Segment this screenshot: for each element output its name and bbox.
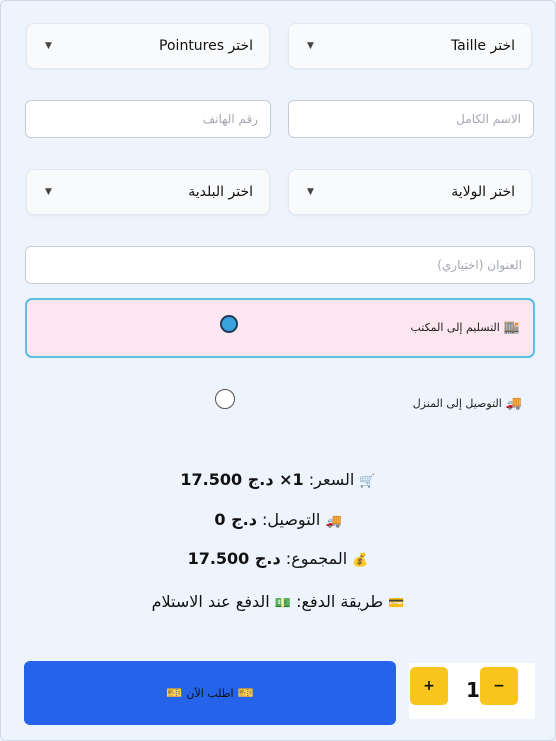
total-line: 💰 المجموع: د.ج 17.500 <box>0 549 556 568</box>
phone-field[interactable]: رقم الهاتف <box>25 100 271 138</box>
price-value: 1× د.ج 17.500 <box>180 470 304 489</box>
home-label-text: التوصيل إلى المنزل <box>412 397 502 410</box>
ticket-icon: 🎫 <box>237 685 254 701</box>
price-label: السعر: <box>308 470 355 489</box>
address-placeholder: العنوان (اختياري) <box>437 258 522 272</box>
commune-select[interactable]: اختر البلدية ▼ <box>26 169 270 215</box>
home-radio[interactable] <box>215 389 235 409</box>
ticket-icon: 🎫 <box>166 685 183 701</box>
payment-line: 💳 طريقة الدفع: 💵 الدفع عند الاستلام <box>0 592 556 611</box>
order-now-label: اطلب الآن <box>186 686 234 700</box>
chevron-down-icon: ▼ <box>307 41 314 51</box>
order-now-button[interactable]: 🎫 اطلب الآن 🎫 <box>24 661 396 725</box>
cash-icon: 💵 <box>274 596 291 611</box>
size-select-label: اختر Taille <box>450 38 515 54</box>
chevron-down-icon: ▼ <box>45 41 52 51</box>
price-line: 🛒 السعر: 1× د.ج 17.500 <box>0 470 556 489</box>
quantity-value: 1 <box>466 678 480 702</box>
truck-icon: 🚚 <box>325 514 342 529</box>
total-value: د.ج 17.500 <box>187 549 281 568</box>
chevron-down-icon: ▼ <box>307 187 314 197</box>
full-name-field[interactable]: الاسم الكامل <box>288 100 534 138</box>
delivery-label: التوصيل: <box>262 510 321 529</box>
cart-icon: 🛒 <box>359 474 376 489</box>
credit-card-icon: 💳 <box>388 596 405 611</box>
money-bag-icon: 💰 <box>352 553 369 568</box>
total-label: المجموع: <box>285 549 348 568</box>
shoe-size-select-label: اختر Pointures <box>159 38 253 54</box>
full-name-placeholder: الاسم الكامل <box>456 112 521 126</box>
delivery-value: د.ج 0 <box>214 510 257 529</box>
commune-select-label: اختر البلدية <box>188 184 253 200</box>
address-field[interactable]: العنوان (اختياري) <box>25 246 535 284</box>
truck-icon: 🚚 <box>505 396 522 411</box>
office-option-label: 🏬 التسليم إلى المكتب <box>410 320 520 335</box>
delivery-option-home[interactable]: 🚚 التوصيل إلى المنزل <box>413 396 522 411</box>
payment-label: طريقة الدفع: <box>296 592 384 611</box>
shoe-size-select[interactable]: اختر Pointures ▼ <box>26 23 270 69</box>
decrement-button[interactable]: − <box>480 667 518 705</box>
office-label-text: التسليم إلى المكتب <box>410 321 500 334</box>
office-building-icon: 🏬 <box>503 320 520 335</box>
increment-button[interactable]: + <box>410 667 448 705</box>
wilaya-select-label: اختر الولاية <box>451 184 515 200</box>
wilaya-select[interactable]: اختر الولاية ▼ <box>288 169 532 215</box>
delivery-line: 🚚 التوصيل: د.ج 0 <box>0 510 556 529</box>
office-radio[interactable] <box>220 315 238 333</box>
size-select[interactable]: اختر Taille ▼ <box>288 23 532 69</box>
phone-placeholder: رقم الهاتف <box>202 112 258 126</box>
chevron-down-icon: ▼ <box>45 187 52 197</box>
payment-value: الدفع عند الاستلام <box>151 592 270 611</box>
